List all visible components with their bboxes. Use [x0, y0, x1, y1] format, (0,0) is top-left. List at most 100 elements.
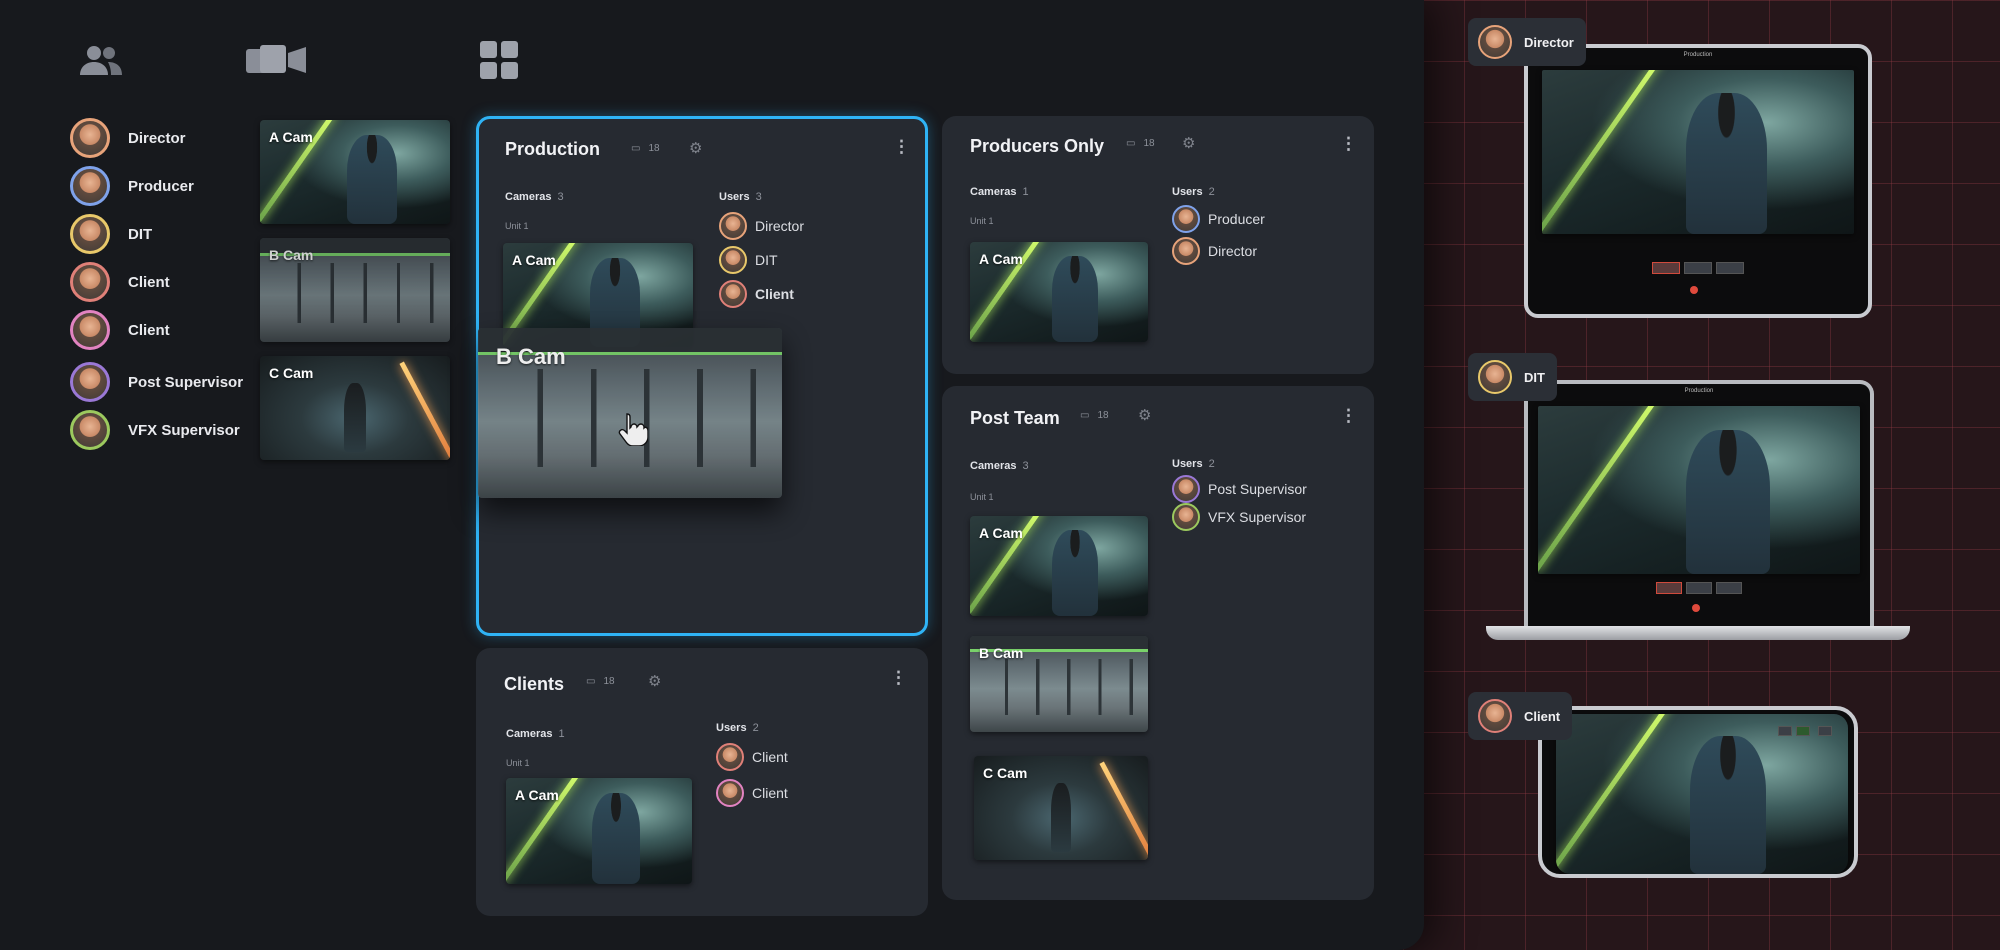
user-name: VFX Supervisor — [128, 421, 240, 439]
avatar — [1172, 205, 1200, 233]
avatar — [70, 262, 110, 302]
unit-label: Unit 1 — [505, 221, 529, 231]
camera-thumbnail[interactable]: B Cam — [260, 238, 450, 342]
avatar — [70, 362, 110, 402]
cameras-section-label: Cameras 3 — [970, 460, 1029, 472]
user-name: Director — [128, 129, 186, 147]
gear-icon[interactable]: ⚙ — [1138, 406, 1151, 424]
device-header: Production — [1684, 388, 1714, 394]
avatar — [719, 212, 747, 240]
member-item[interactable]: Director — [1172, 237, 1257, 265]
avatar — [70, 214, 110, 254]
dragged-camera-thumbnail[interactable]: B Cam — [478, 328, 782, 498]
device-video — [1538, 406, 1860, 574]
member-item[interactable]: Client — [719, 280, 794, 308]
member-item[interactable]: Post Supervisor — [1172, 475, 1307, 503]
grid-icon[interactable] — [478, 40, 520, 80]
avatar — [719, 246, 747, 274]
cameras-section-label: Cameras 1 — [506, 728, 565, 740]
group-title: Production — [505, 139, 600, 159]
user-item[interactable]: VFX Supervisor — [70, 410, 240, 450]
cameras-section-label: Cameras 3 — [505, 191, 564, 203]
camera-count-badge: ▭ 18 — [631, 143, 660, 154]
gear-icon[interactable]: ⚙ — [689, 139, 702, 157]
layout-button[interactable] — [1652, 262, 1680, 274]
avatar — [1478, 699, 1512, 733]
camera-thumbnail[interactable]: A Cam — [260, 120, 450, 224]
tablet-device: Production — [1524, 44, 1872, 318]
layout-button[interactable] — [1796, 726, 1810, 736]
gear-icon[interactable]: ⚙ — [648, 672, 661, 690]
layout-button[interactable] — [1656, 582, 1682, 594]
user-item[interactable]: Producer — [70, 166, 194, 206]
group-card-producers-only[interactable]: Producers Only ▭ 18 ⚙ ⋮ Cameras 1 Unit 1 A… — [942, 116, 1374, 374]
group-title: Post Team — [970, 408, 1060, 428]
group-title: Producers Only — [970, 136, 1105, 156]
camera-count-badge: ▭ 18 — [1126, 138, 1155, 149]
member-item[interactable]: Producer — [1172, 205, 1265, 233]
app-panel: Director Producer DIT Client Client Post… — [0, 0, 1424, 950]
avatar — [1172, 475, 1200, 503]
monitor-icon: ▭ — [631, 143, 641, 154]
users-section-label: Users 2 — [716, 722, 759, 734]
layout-button[interactable] — [1778, 726, 1792, 736]
camera-thumbnail[interactable]: A Cam — [506, 778, 692, 884]
group-card-clients[interactable]: Clients ▭ 18 ⚙ ⋮ Cameras 1 Unit 1 A Cam Us… — [476, 648, 928, 916]
avatar — [1172, 237, 1200, 265]
layout-button[interactable] — [1716, 262, 1744, 274]
user-name: Post Supervisor — [128, 373, 244, 391]
device-user-label: Director — [1468, 18, 1586, 66]
user-item[interactable]: Client — [70, 262, 170, 302]
member-item[interactable]: Client — [716, 743, 788, 771]
chat-button[interactable] — [1818, 726, 1832, 736]
avatar — [1478, 25, 1512, 59]
group-card-post-team[interactable]: Post Team ▭ 18 ⚙ ⋮ Cameras 3 Unit 1 A Cam … — [942, 386, 1374, 900]
laptop-base — [1486, 626, 1910, 640]
record-icon[interactable] — [1690, 286, 1698, 294]
member-item[interactable]: VFX Supervisor — [1172, 503, 1306, 531]
member-item[interactable]: Client — [716, 779, 788, 807]
device-user-label: DIT — [1468, 353, 1557, 401]
camera-thumbnail[interactable]: A Cam — [970, 242, 1148, 342]
layout-button[interactable] — [1686, 582, 1712, 594]
more-menu-icon[interactable]: ⋮ — [1340, 406, 1357, 426]
avatar — [716, 779, 744, 807]
user-item[interactable]: Director — [70, 118, 186, 158]
record-icon[interactable] — [1692, 604, 1700, 612]
camera-thumbnail[interactable]: B Cam — [970, 636, 1148, 732]
camera-thumbnail[interactable]: C Cam — [974, 756, 1148, 860]
user-name: Client — [128, 321, 170, 339]
users-icon[interactable] — [78, 40, 124, 80]
unit-label: Unit 1 — [970, 216, 994, 226]
user-item[interactable]: Client — [70, 310, 170, 350]
unit-label: Unit 1 — [506, 758, 530, 768]
camera-thumbnail[interactable]: C Cam — [260, 356, 450, 460]
device-video — [1556, 714, 1848, 874]
avatar — [70, 118, 110, 158]
member-item[interactable]: DIT — [719, 246, 778, 274]
users-section-label: Users 2 — [1172, 458, 1215, 470]
users-section-label: Users 2 — [1172, 186, 1215, 198]
avatar — [70, 166, 110, 206]
unit-label: Unit 1 — [970, 492, 994, 502]
monitor-icon: ▭ — [1126, 138, 1136, 149]
layout-button[interactable] — [1716, 582, 1742, 594]
user-item[interactable]: Post Supervisor — [70, 362, 243, 402]
phone-device — [1538, 706, 1858, 878]
avatar — [70, 410, 110, 450]
gear-icon[interactable]: ⚙ — [1182, 134, 1195, 152]
more-menu-icon[interactable]: ⋮ — [893, 137, 910, 157]
avatar — [1478, 360, 1512, 394]
avatar — [1172, 503, 1200, 531]
more-menu-icon[interactable]: ⋮ — [890, 668, 907, 688]
layout-button[interactable] — [1684, 262, 1712, 274]
user-name: Client — [128, 273, 170, 291]
camera-label: B Cam — [269, 247, 314, 263]
user-item[interactable]: DIT — [70, 214, 152, 254]
cameras-icon[interactable] — [244, 40, 308, 80]
member-item[interactable]: Director — [719, 212, 804, 240]
device-video — [1542, 70, 1854, 234]
hand-cursor-icon — [618, 413, 648, 446]
more-menu-icon[interactable]: ⋮ — [1340, 134, 1357, 154]
camera-thumbnail[interactable]: A Cam — [970, 516, 1148, 616]
